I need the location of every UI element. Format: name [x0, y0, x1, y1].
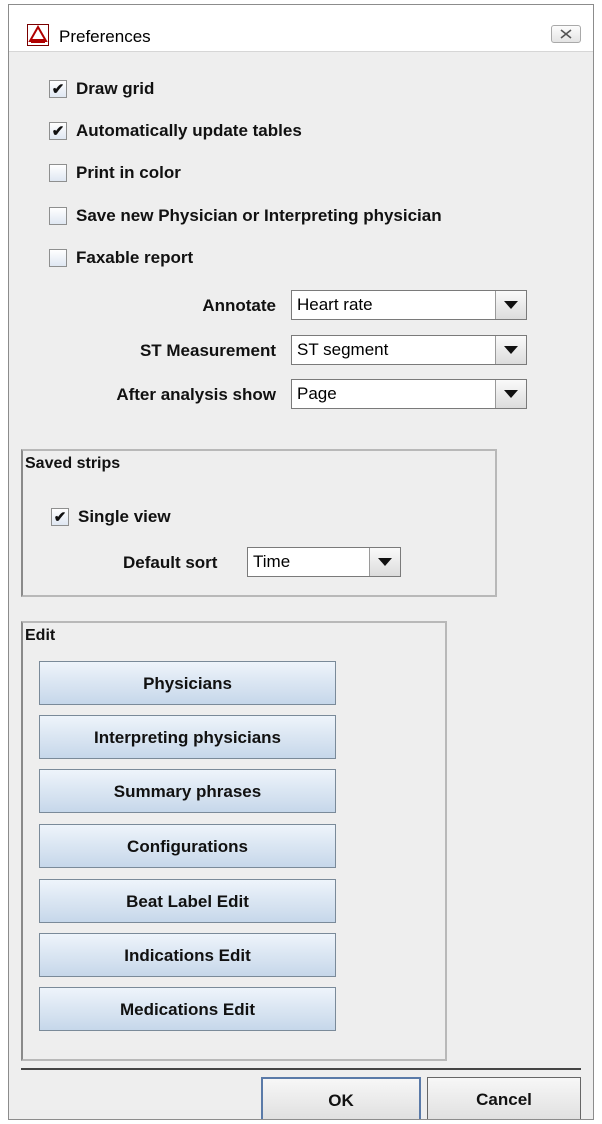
st-measurement-label: ST Measurement — [139, 341, 276, 360]
save-new-physician-option[interactable]: Save new Physician or Interpreting physi… — [49, 204, 442, 228]
auto-update-tables-checkbox[interactable]: ✔ — [49, 122, 67, 140]
medications-edit-button[interactable]: Medications Edit — [39, 987, 336, 1031]
window-title: Preferences — [59, 27, 151, 46]
faxable-report-label: Faxable report — [76, 248, 194, 267]
single-view-label: Single view — [78, 507, 171, 526]
single-view-option[interactable]: ✔ Single view — [51, 505, 171, 529]
chevron-down-icon[interactable] — [495, 291, 526, 319]
default-sort-select[interactable]: Time — [247, 547, 401, 577]
faxable-report-option[interactable]: Faxable report — [49, 246, 193, 270]
ok-label: OK — [328, 1091, 354, 1110]
edit-group: Edit Physicians Interpreting physicians … — [21, 621, 447, 1061]
ok-button[interactable]: OK — [261, 1077, 421, 1119]
app-icon — [27, 24, 49, 46]
default-sort-value: Time — [253, 552, 291, 571]
auto-update-tables-label: Automatically update tables — [76, 121, 302, 140]
draw-grid-label: Draw grid — [76, 79, 155, 98]
after-analysis-label: After analysis show — [116, 385, 276, 404]
footer-divider — [21, 1068, 581, 1070]
annotate-label: Annotate — [202, 296, 276, 315]
chevron-down-icon[interactable] — [495, 380, 526, 408]
physicians-button[interactable]: Physicians — [39, 661, 336, 705]
after-analysis-value: Page — [297, 384, 337, 403]
preferences-dialog: Preferences ✔ Draw grid ✔ Automatically … — [8, 4, 594, 1120]
chevron-down-icon[interactable] — [495, 336, 526, 364]
after-analysis-select[interactable]: Page — [291, 379, 527, 409]
saved-strips-group: Saved strips ✔ Single view Default sort … — [21, 449, 497, 597]
print-in-color-option[interactable]: Print in color — [49, 161, 181, 185]
interpreting-physicians-button[interactable]: Interpreting physicians — [39, 715, 336, 759]
st-measurement-select[interactable]: ST segment — [291, 335, 527, 365]
draw-grid-option[interactable]: ✔ Draw grid — [49, 77, 154, 101]
chevron-down-icon[interactable] — [369, 548, 400, 576]
saved-strips-title: Saved strips — [25, 455, 121, 472]
close-icon[interactable] — [551, 25, 581, 43]
annotate-select[interactable]: Heart rate — [291, 290, 527, 320]
auto-update-tables-option[interactable]: ✔ Automatically update tables — [49, 119, 302, 143]
draw-grid-checkbox[interactable]: ✔ — [49, 80, 67, 98]
save-new-physician-checkbox[interactable] — [49, 207, 67, 225]
indications-edit-button[interactable]: Indications Edit — [39, 933, 336, 977]
st-measurement-value: ST segment — [297, 340, 389, 359]
single-view-checkbox[interactable]: ✔ — [51, 508, 69, 526]
cancel-button[interactable]: Cancel — [427, 1077, 581, 1119]
faxable-report-checkbox[interactable] — [49, 249, 67, 267]
beat-label-edit-button[interactable]: Beat Label Edit — [39, 879, 336, 923]
save-new-physician-label: Save new Physician or Interpreting physi… — [76, 206, 442, 225]
annotate-value: Heart rate — [297, 295, 373, 314]
cancel-label: Cancel — [476, 1090, 532, 1109]
edit-title: Edit — [25, 627, 56, 644]
print-in-color-label: Print in color — [76, 163, 181, 182]
default-sort-label: Default sort — [123, 553, 218, 572]
configurations-button[interactable]: Configurations — [39, 824, 336, 868]
print-in-color-checkbox[interactable] — [49, 164, 67, 182]
summary-phrases-button[interactable]: Summary phrases — [39, 769, 336, 813]
title-bar[interactable]: Preferences — [9, 5, 593, 52]
